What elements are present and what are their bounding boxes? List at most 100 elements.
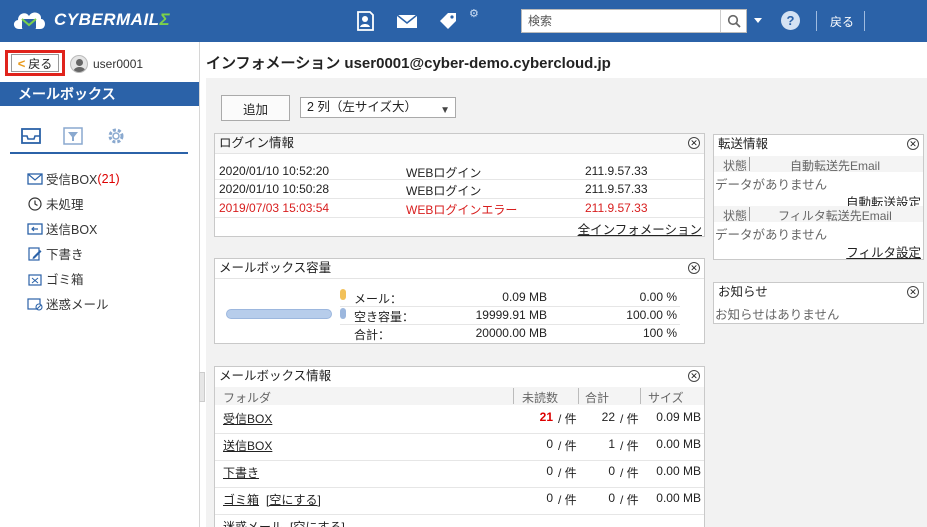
col-header-auto-forward: 自動転送先Email: [790, 159, 881, 173]
folder-link[interactable]: 送信BOX: [223, 437, 272, 454]
sidebar-item-unprocessed[interactable]: 未処理: [27, 191, 120, 216]
unread-count: 0: [546, 491, 553, 505]
filter-tab-icon[interactable]: [62, 125, 84, 147]
filter-settings-link[interactable]: フィルタ設定: [846, 242, 921, 261]
unit-label: / 件: [558, 493, 577, 507]
login-type: WEBログインエラー: [406, 203, 518, 217]
free-legend-marker: [340, 308, 346, 319]
panel-title-text: メールボックス情報: [219, 369, 332, 383]
mailbox-header: メールボックス: [0, 82, 199, 106]
tag-settings-icon[interactable]: [437, 9, 461, 33]
no-data-text: データがありません: [715, 178, 828, 192]
settings-tab-gear-icon[interactable]: [105, 125, 127, 147]
back-button[interactable]: < 戻る: [11, 54, 59, 72]
sidebar-item-drafts[interactable]: 下書き: [27, 241, 120, 266]
inbox-tab-icon[interactable]: [20, 125, 42, 147]
capacity-percent: 100.00 %: [626, 308, 677, 322]
divider: [864, 11, 865, 31]
close-icon[interactable]: ✕: [907, 286, 919, 298]
capacity-label: 合計：: [354, 328, 391, 342]
gear-icon[interactable]: ⚙: [469, 7, 479, 20]
unit-label: / 件: [558, 439, 577, 453]
folder-link[interactable]: 下書き: [223, 464, 259, 481]
folder-label: 未処理: [46, 198, 84, 212]
empty-folder-link[interactable]: [空にする]: [266, 491, 321, 508]
folder-label: ゴミ箱: [46, 273, 84, 287]
add-widget-button[interactable]: 追加: [221, 95, 290, 121]
sidebar-item-spam[interactable]: 迷惑メール: [27, 291, 120, 316]
capacity-percent: 100 %: [642, 326, 677, 340]
table-row: 迷惑メール [空にする]: [215, 515, 704, 527]
sidebar-item-sent[interactable]: 送信BOX: [27, 216, 120, 241]
search-options-chevron-down-icon[interactable]: [754, 18, 762, 23]
login-time: 2020/01/10 10:52:20: [219, 164, 330, 178]
address-book-icon[interactable]: [353, 9, 377, 33]
capacity-bar: [226, 309, 332, 319]
folder-size: 0.00 MB: [656, 491, 701, 505]
panel-title-text: ログイン情報: [219, 136, 295, 150]
sidebar-resize-handle[interactable]: [199, 372, 205, 402]
top-back-link[interactable]: 戻る: [830, 13, 854, 30]
search-icon: [727, 14, 741, 28]
col-header-size: サイズ: [648, 391, 684, 405]
column-layout-select[interactable]: 2 列（左サイズ大） ▼: [300, 97, 456, 118]
sidebar: < 戻る user0001 メールボックス 受信BOX (21) 未処理 送信B…: [0, 42, 205, 527]
table-header: 状態 自動転送先Email: [714, 156, 923, 173]
col-header-status: 状態: [723, 159, 748, 173]
folder-link[interactable]: 迷惑メール: [223, 518, 283, 527]
capacity-value: 19999.91 MB: [475, 308, 547, 322]
help-icon[interactable]: ?: [781, 11, 800, 30]
table-row: 下書き 0/ 件 0/ 件 0.00 MB: [215, 461, 704, 488]
folder-link[interactable]: 受信BOX: [223, 410, 272, 427]
envelope-icon: [27, 172, 43, 185]
column-layout-value: 2 列（左サイズ大）: [307, 100, 418, 114]
table-row: 受信BOX 21/ 件 22/ 件 0.09 MB: [215, 407, 704, 434]
mailbox-info-panel: メールボックス情報 ✕ フォルダ 未読数 合計 サイズ 受信BOX 21 / 件 22…: [214, 366, 705, 527]
close-icon[interactable]: ✕: [688, 262, 700, 274]
close-icon[interactable]: ✕: [907, 138, 919, 150]
forward-info-panel: 転送情報 ✕ 状態 自動転送先Email データがありません 自動転送設定 状態…: [713, 134, 924, 260]
divider: [816, 11, 817, 31]
all-information-link[interactable]: 全インフォメーション: [578, 219, 702, 238]
close-icon[interactable]: ✕: [688, 137, 700, 149]
logo[interactable]: CYBERMAILΣ: [10, 5, 170, 35]
mail-icon[interactable]: [395, 9, 419, 33]
sent-box-icon: [27, 222, 43, 235]
search-box: [521, 9, 747, 33]
empty-folder-link[interactable]: [空にする]: [290, 518, 345, 527]
unread-count: 0: [546, 464, 553, 478]
folder-size: 0.00 MB: [656, 437, 701, 451]
sidebar-tabs: [10, 122, 188, 154]
folder-label: 受信BOX: [46, 173, 98, 187]
login-time: 2020/01/10 10:50:28: [219, 182, 330, 196]
notice-panel: お知らせ ✕ お知らせはありません: [713, 282, 924, 324]
sidebar-item-inbox[interactable]: 受信BOX (21): [27, 166, 120, 191]
total-count: 1: [608, 437, 615, 451]
unit-label: / 件: [558, 412, 577, 426]
folder-size: 0.09 MB: [656, 410, 701, 424]
folder-link[interactable]: ゴミ箱: [223, 491, 259, 508]
col-header-status: 状態: [723, 209, 748, 223]
table-row: 送信BOX 0/ 件 1/ 件 0.00 MB: [215, 434, 704, 461]
sidebar-item-trash[interactable]: ゴミ箱: [27, 266, 120, 291]
close-icon[interactable]: ✕: [688, 370, 700, 382]
search-button[interactable]: [720, 10, 746, 32]
cloud-mail-icon: [13, 12, 45, 30]
login-ip: 211.9.57.33: [585, 182, 648, 196]
capacity-percent: 0.00 %: [639, 290, 677, 304]
top-bar: CYBERMAILΣ ⚙ ? 戻る: [0, 0, 927, 42]
clock-icon: [28, 196, 42, 211]
unread-count: 0: [546, 437, 553, 451]
panel-title: お知らせ ✕: [714, 283, 923, 303]
panel-title: メールボックス容量 ✕: [215, 259, 704, 279]
col-header-folder: フォルダ: [223, 391, 272, 405]
search-input[interactable]: [522, 11, 720, 31]
unread-count: 21: [539, 410, 553, 424]
total-count: 0: [608, 464, 615, 478]
brand-name: CYBERMAILΣ: [54, 10, 171, 29]
panel-title-text: 転送情報: [718, 137, 769, 151]
col-header-filter-forward: フィルタ転送先Email: [778, 209, 892, 223]
notice-text: お知らせはありません: [715, 308, 840, 322]
folder-label: 迷惑メール: [46, 298, 109, 312]
col-header-unread: 未読数: [522, 391, 559, 405]
